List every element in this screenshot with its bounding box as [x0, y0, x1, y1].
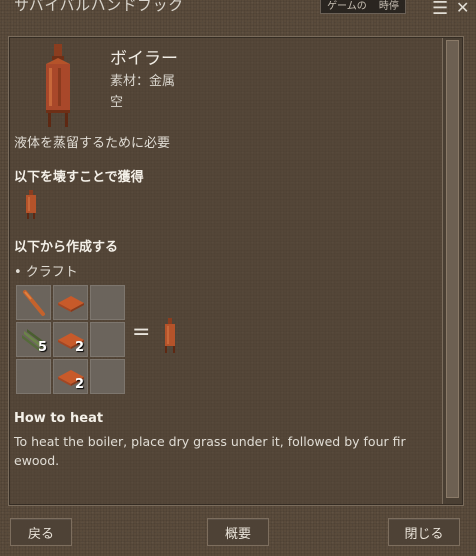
item-count: 2 — [74, 340, 84, 355]
copper-plate-icon — [58, 296, 84, 312]
item-description: 液体を蒸留するために必要 — [14, 136, 171, 151]
craft-method: • クラフト — [14, 265, 78, 280]
grid-cell[interactable] — [90, 359, 125, 394]
boiler-source-icon[interactable] — [24, 190, 38, 220]
stick-icon — [23, 290, 45, 316]
boiler-icon — [46, 44, 70, 127]
grid-cell[interactable]: 5 — [16, 322, 51, 357]
scrollbar[interactable] — [442, 38, 462, 504]
crafting-grid: 5 2 2 — [16, 285, 125, 394]
tab-pause[interactable]: 時停 — [379, 0, 399, 13]
pause-toggle-tabs[interactable]: ゲームの 時停 — [320, 0, 406, 14]
back-button[interactable]: 戻る — [10, 518, 72, 546]
close-icon[interactable]: ✕ — [456, 0, 469, 17]
boiler-result-icon[interactable] — [162, 318, 178, 354]
grid-cell[interactable]: 2 — [53, 359, 88, 394]
equals-sign: = — [132, 320, 151, 345]
heat-instructions: To heat the boiler, place dry grass unde… — [14, 434, 406, 468]
grid-cell[interactable]: 2 — [53, 322, 88, 357]
scrollbar-thumb[interactable] — [446, 40, 459, 498]
item-state: 空 — [110, 95, 124, 110]
grid-cell[interactable] — [90, 285, 125, 320]
close-button[interactable]: 閉じる — [388, 518, 460, 546]
grid-cell[interactable] — [90, 322, 125, 357]
item-count: 5 — [37, 340, 47, 355]
item-material: 素材：金属 — [110, 74, 176, 89]
overview-button[interactable]: 概要 — [207, 518, 269, 546]
menu-icon[interactable]: ☰ — [432, 0, 448, 19]
craft-heading: 以下から作成する — [14, 240, 119, 255]
window-title: サバイバルハンドブック — [14, 0, 184, 14]
tab-game[interactable]: ゲームの — [327, 0, 367, 13]
heat-heading: How to heat — [14, 411, 104, 426]
item-count: 2 — [74, 377, 84, 392]
item-name: ボイラー — [110, 49, 178, 69]
grid-cell[interactable] — [16, 285, 51, 320]
title-bar: サバイバルハンドブック ゲームの 時停 ☰ ✕ — [0, 0, 476, 19]
grid-cell[interactable] — [53, 285, 88, 320]
obtain-heading: 以下を壊すことで獲得 — [14, 170, 144, 185]
grid-cell[interactable] — [16, 359, 51, 394]
